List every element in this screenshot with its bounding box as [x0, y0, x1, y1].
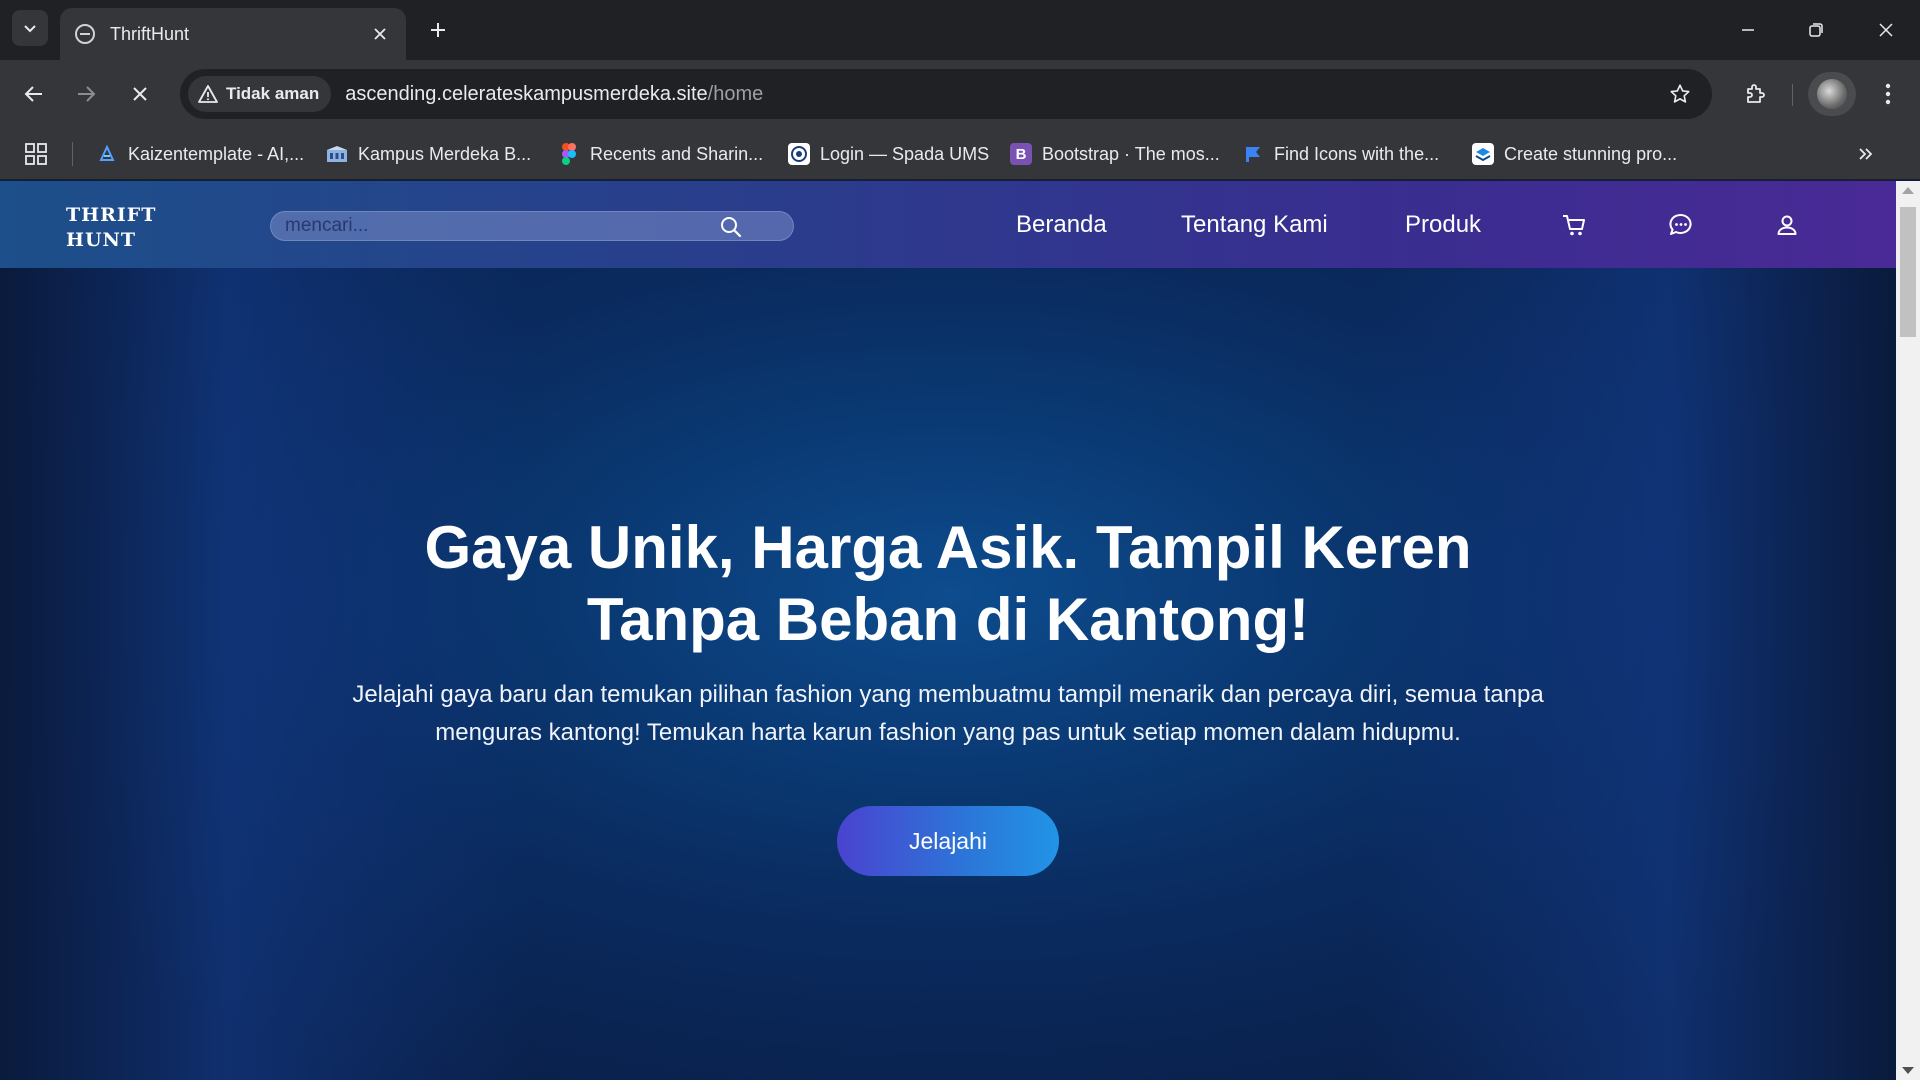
site-logo[interactable]: THRIFT HUNT — [66, 203, 156, 253]
scroll-down-icon[interactable] — [1902, 1067, 1914, 1074]
page-viewport: THRIFT HUNT Beranda Tentang Kami Produk … — [0, 181, 1896, 1080]
logo-line-2: HUNT — [66, 229, 137, 251]
nav-link-produk[interactable]: Produk — [1405, 205, 1481, 245]
bookmarks-divider — [72, 142, 73, 166]
layers-icon — [1472, 143, 1494, 165]
logo-line-1: THRIFT — [66, 204, 157, 226]
user-icon — [1777, 215, 1797, 235]
more-vertical-icon — [1885, 83, 1891, 105]
url-host: ascending.celerateskampusmerdeka.site — [345, 82, 708, 105]
cart-icon — [1563, 215, 1585, 236]
bookmark-kampus-merdeka[interactable]: Kampus Merdeka B... — [326, 128, 531, 180]
site-navbar: THRIFT HUNT Beranda Tentang Kami Produk — [0, 181, 1896, 268]
chat-bubble-icon — [1669, 214, 1692, 235]
site-search — [270, 211, 794, 241]
search-input[interactable] — [285, 215, 715, 237]
bookmark-find-icons[interactable]: Find Icons with the... — [1242, 128, 1439, 180]
stop-loading-button[interactable] — [120, 74, 160, 114]
close-icon — [374, 28, 386, 40]
arrow-left-icon — [24, 86, 42, 102]
close-window-button[interactable] — [1852, 0, 1920, 60]
hero-title: Gaya Unik, Harga Asik. Tampil Keren Tanp… — [424, 514, 1472, 653]
bookmark-star-button[interactable] — [1666, 80, 1694, 108]
nav-link-tentang-kami[interactable]: Tentang Kami — [1181, 205, 1328, 245]
security-label: Tidak aman — [226, 84, 320, 103]
bookmark-label: Create stunning pro... — [1504, 143, 1678, 164]
restore-icon — [1809, 23, 1823, 37]
bootstrap-icon: B — [1010, 143, 1032, 165]
minimize-icon — [1742, 29, 1754, 31]
account-button[interactable] — [1773, 211, 1801, 239]
bookmark-label: Bootstrap · The mos... — [1042, 143, 1220, 164]
thrifthunt-favicon-icon — [75, 24, 95, 44]
hero-description: Jelajahi gaya baru dan temukan pilihan f… — [352, 681, 1544, 746]
bookmark-label: Find Icons with the... — [1274, 143, 1440, 164]
bookmark-label: Login — Spada UMS — [820, 143, 990, 164]
chat-button[interactable] — [1667, 211, 1695, 239]
scroll-up-icon[interactable] — [1902, 187, 1914, 194]
puzzle-icon — [1747, 84, 1765, 103]
forward-button[interactable] — [66, 74, 106, 114]
kampus-merdeka-icon — [326, 143, 348, 165]
chevron-down-icon — [24, 25, 36, 33]
back-button[interactable] — [14, 74, 54, 114]
browser-toolbar: Tidak aman ascending.celerateskampusmerd… — [0, 60, 1920, 128]
explore-button[interactable]: Jelajahi — [837, 806, 1059, 876]
browser-tab-active[interactable]: ThriftHunt — [60, 8, 406, 60]
restore-button[interactable] — [1782, 0, 1850, 60]
figma-icon — [558, 143, 580, 165]
scrollbar-thumb[interactable] — [1900, 207, 1916, 337]
bookmark-label: Kampus Merdeka B... — [358, 143, 532, 164]
chevron-double-right-icon — [1859, 148, 1873, 160]
url-text[interactable]: ascending.celerateskampusmerdeka.site/ho… — [345, 83, 763, 106]
bookmark-label: Kaizentemplate - AI,... — [128, 143, 305, 164]
tab-title: ThriftHunt — [110, 23, 190, 44]
bookmark-label: Recents and Sharin... — [590, 143, 764, 164]
plus-icon — [431, 23, 445, 37]
cart-button[interactable] — [1560, 211, 1588, 239]
toolbar-divider — [1792, 84, 1793, 106]
new-tab-button[interactable] — [420, 12, 456, 48]
bookmark-figma-recents[interactable]: Recents and Sharin... — [558, 128, 763, 180]
bookmark-create-stunning[interactable]: Create stunning pro... — [1472, 128, 1677, 180]
warning-icon — [198, 85, 218, 103]
tab-search-button[interactable] — [12, 10, 48, 46]
kaizen-icon — [96, 143, 118, 165]
apps-grid-icon[interactable] — [22, 140, 50, 168]
avatar — [1817, 79, 1847, 109]
address-bar[interactable]: Tidak aman ascending.celerateskampusmerd… — [180, 69, 1712, 119]
bookmark-kaizentemplate[interactable]: Kaizentemplate - AI,... — [96, 128, 304, 180]
flag-icon — [1242, 143, 1264, 165]
bookmark-spada-ums[interactable]: Login — Spada UMS — [788, 128, 989, 180]
star-icon — [1670, 84, 1690, 103]
page-scrollbar[interactable] — [1896, 181, 1920, 1080]
security-indicator[interactable]: Tidak aman — [188, 76, 332, 112]
bookmark-bootstrap[interactable]: B Bootstrap · The mos... — [1010, 128, 1220, 180]
hero-section: Gaya Unik, Harga Asik. Tampil Keren Tanp… — [0, 268, 1896, 1080]
spada-icon — [788, 143, 810, 165]
nav-link-beranda[interactable]: Beranda — [1016, 205, 1107, 245]
tab-close-button[interactable] — [368, 22, 392, 46]
browser-menu-button[interactable] — [1872, 74, 1904, 114]
bookmarks-overflow-button[interactable] — [1852, 140, 1880, 168]
bookmarks-bar: Kaizentemplate - AI,... Kampus Merdeka B… — [0, 128, 1920, 180]
extensions-button[interactable] — [1736, 74, 1776, 114]
url-path: /home — [707, 82, 764, 105]
profile-button[interactable] — [1808, 72, 1856, 116]
close-icon — [133, 87, 147, 101]
arrow-right-icon — [78, 86, 96, 102]
browser-tabstrip: ThriftHunt — [0, 0, 1920, 60]
search-icon[interactable] — [719, 215, 743, 239]
close-icon — [1879, 23, 1893, 37]
minimize-button[interactable] — [1714, 0, 1782, 60]
